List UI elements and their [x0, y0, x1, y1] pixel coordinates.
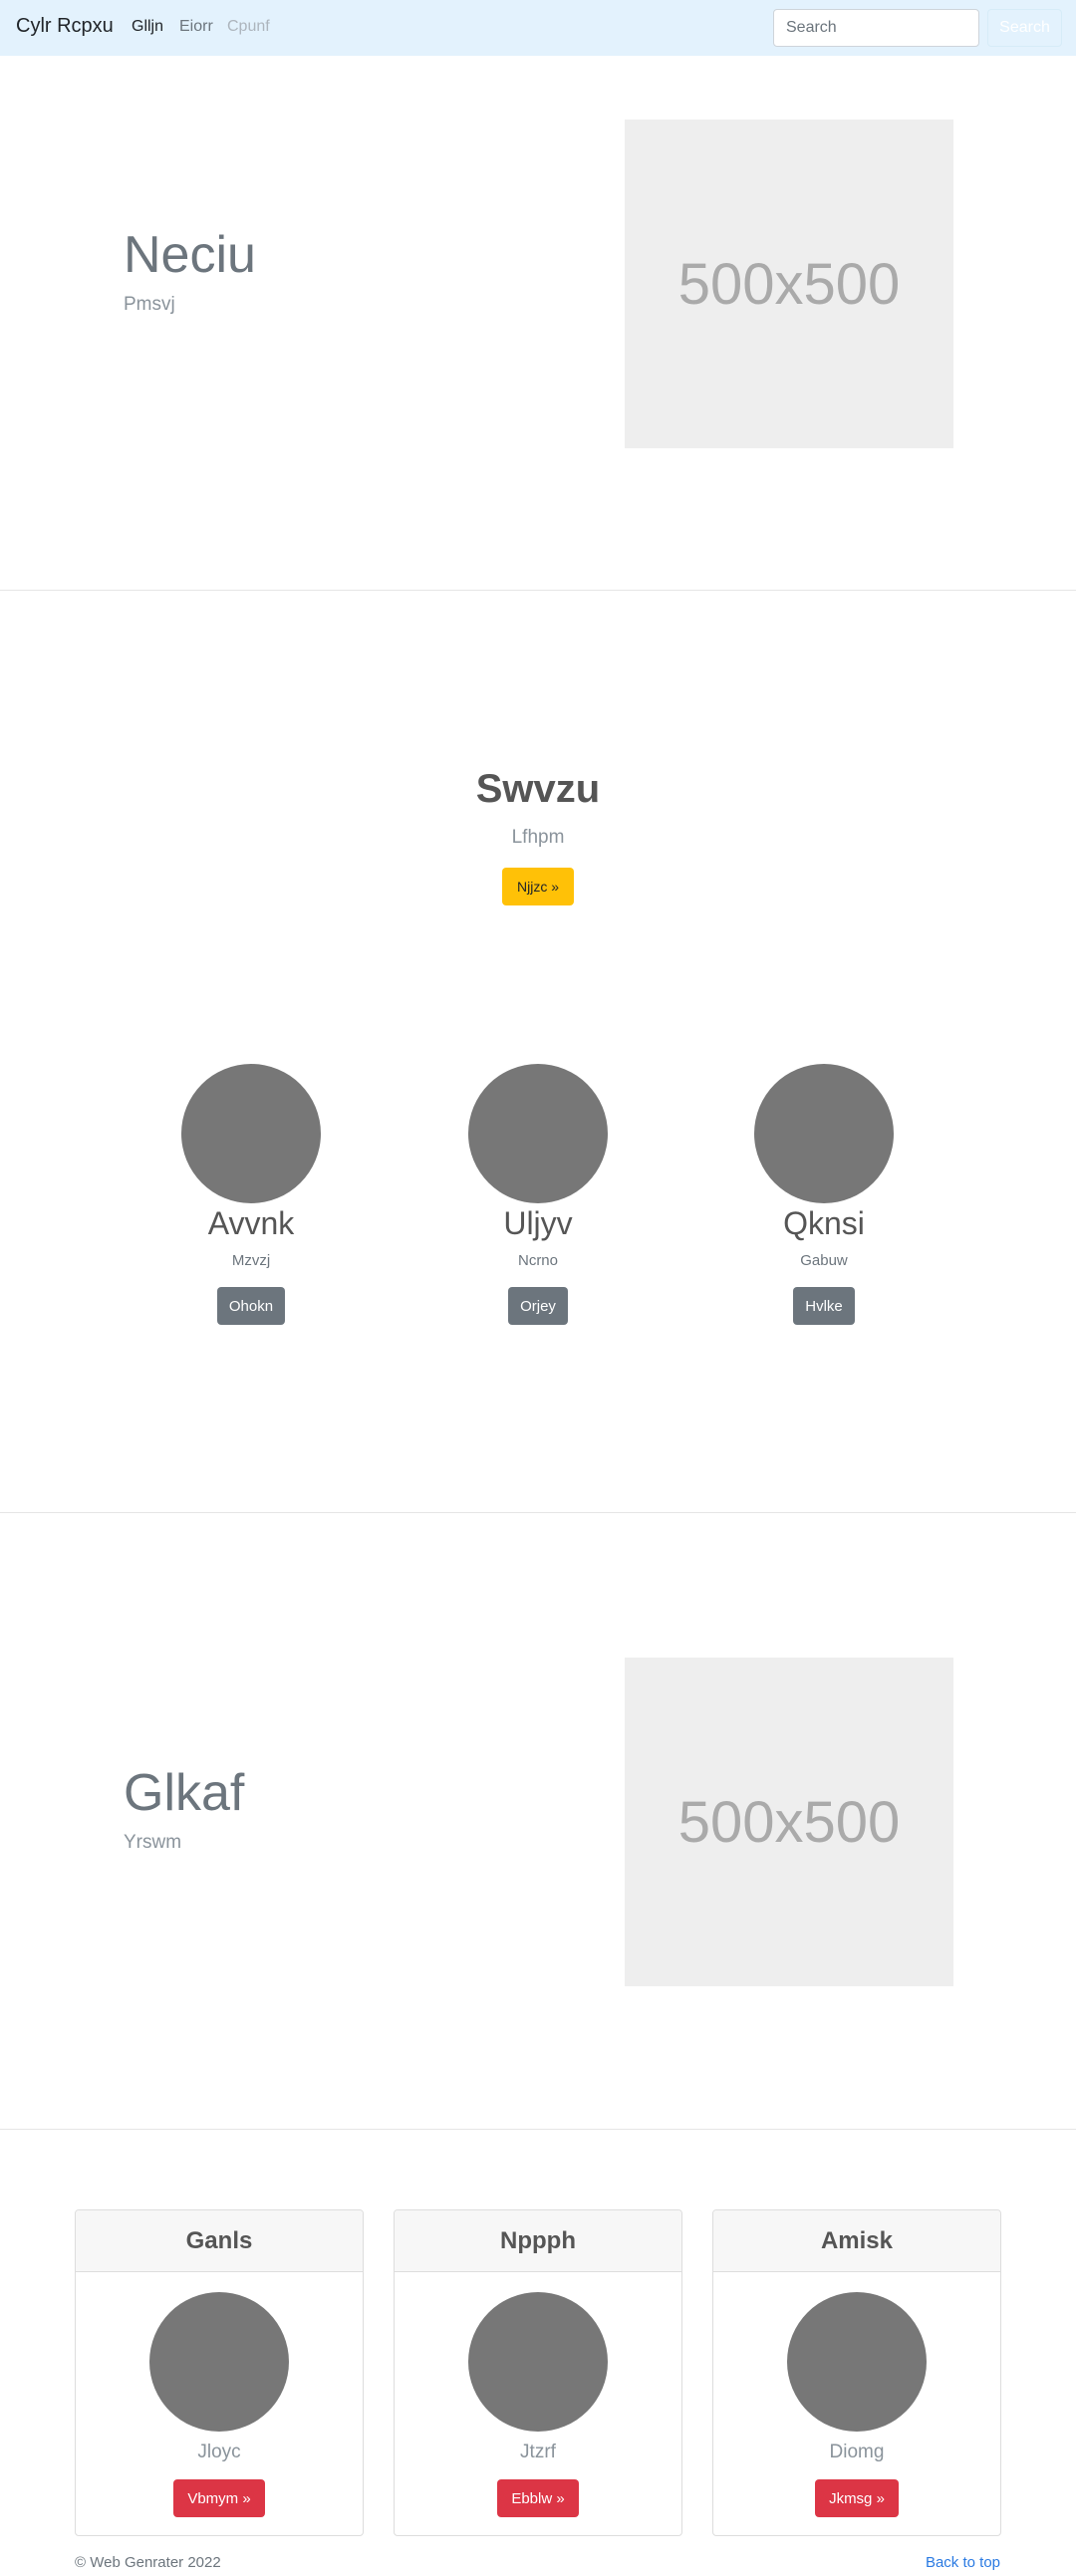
card-subtitle: Jtzrf: [520, 2442, 556, 2462]
profile-button[interactable]: Orjey: [508, 1287, 568, 1325]
cta-subheading: Lfhpm: [511, 827, 565, 848]
profile-subtitle: Ncrno: [517, 1252, 558, 1269]
card-header: Nppph: [395, 2210, 681, 2272]
search-input[interactable]: [773, 9, 979, 47]
profile-column: Uljyv Ncrno Orjey: [448, 1064, 628, 1325]
brand-link[interactable]: Cylr Rcpxu: [16, 15, 114, 38]
search-button[interactable]: Search: [987, 9, 1062, 47]
placeholder-image-label: 500x500: [677, 251, 901, 317]
card-button[interactable]: Jkmsg »: [815, 2479, 899, 2517]
navbar: Cylr Rcpxu Glljn Eiorr Cpunf Search: [0, 0, 1076, 56]
placeholder-image: 500x500: [625, 120, 953, 448]
card-subtitle: Diomg: [829, 2442, 885, 2462]
nav-link-1[interactable]: Glljn: [132, 18, 163, 36]
profile-title: Qknsi: [783, 1205, 865, 1241]
feature-subheading: Yrswm: [124, 1832, 182, 1853]
card-header: Amisk: [713, 2210, 1000, 2272]
profile-button[interactable]: Ohokn: [216, 1287, 286, 1325]
nav-link-2[interactable]: Eiorr: [179, 18, 213, 36]
profile-title: Uljyv: [503, 1205, 573, 1241]
feature-heading: Glkaf: [124, 1764, 245, 1822]
profile-subtitle: Gabuw: [800, 1252, 848, 1269]
placeholder-image: 500x500: [625, 1658, 953, 1986]
section-divider: [0, 590, 1076, 591]
cta-button[interactable]: Njjzc »: [502, 868, 574, 905]
section-divider: [0, 2129, 1076, 2130]
feature-heading: Neciu: [124, 226, 256, 284]
profile-subtitle: Mzvzj: [231, 1252, 271, 1269]
profile-title: Avvnk: [207, 1205, 295, 1241]
profile-button[interactable]: Hvlke: [793, 1287, 855, 1325]
avatar: [181, 1064, 321, 1203]
card: Ganls Jloyc Vbmym »: [75, 2209, 364, 2536]
footer-copyright: © Web Genrater 2022: [75, 2554, 221, 2571]
nav-link-3[interactable]: Cpunf: [227, 18, 270, 36]
back-to-top-link[interactable]: Back to top: [926, 2554, 1000, 2571]
card-button[interactable]: Vbmym »: [173, 2479, 265, 2517]
feature-subheading: Pmsvj: [124, 294, 175, 315]
card-header: Ganls: [76, 2210, 363, 2272]
card: Amisk Diomg Jkmsg »: [712, 2209, 1001, 2536]
avatar: [468, 2292, 608, 2432]
card: Nppph Jtzrf Ebblw »: [394, 2209, 682, 2536]
card-subtitle: Jloyc: [197, 2442, 241, 2462]
card-button[interactable]: Ebblw »: [497, 2479, 579, 2517]
avatar: [754, 1064, 894, 1203]
profile-column: Avvnk Mzvzj Ohokn: [161, 1064, 341, 1325]
avatar: [149, 2292, 289, 2432]
cta-heading: Swvzu: [475, 767, 601, 811]
section-divider: [0, 1512, 1076, 1513]
avatar: [468, 1064, 608, 1203]
placeholder-image-label: 500x500: [677, 1789, 901, 1855]
avatar: [787, 2292, 927, 2432]
profile-column: Qknsi Gabuw Hvlke: [734, 1064, 914, 1325]
